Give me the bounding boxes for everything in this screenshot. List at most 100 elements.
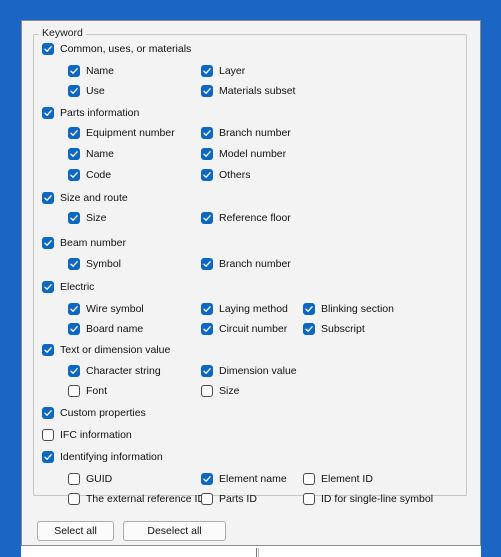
checkmark-icon	[44, 284, 52, 290]
checkbox-laying-method[interactable]: Laying method	[201, 301, 288, 317]
checkbox-checked-box[interactable]	[42, 344, 54, 356]
checkbox-checked-box[interactable]	[68, 85, 80, 97]
checkbox-electric[interactable]: Electric	[42, 279, 94, 295]
checkbox-blinking-section[interactable]: Blinking section	[303, 301, 394, 317]
checkbox-parts-information[interactable]: Parts information	[42, 105, 139, 121]
checkbox-checked-box[interactable]	[68, 303, 80, 315]
splitter-handle-shadow	[258, 548, 259, 557]
checkbox-circuit-number[interactable]: Circuit number	[201, 321, 287, 337]
checkbox-unchecked-box[interactable]	[68, 493, 80, 505]
checkbox-materials-subset[interactable]: Materials subset	[201, 83, 295, 99]
checkbox-others[interactable]: Others	[201, 167, 251, 183]
checkbox-layer[interactable]: Layer	[201, 63, 245, 79]
checkbox-custom-properties[interactable]: Custom properties	[42, 405, 146, 421]
checkmark-icon	[203, 215, 211, 221]
checkbox-checked-box[interactable]	[303, 323, 315, 335]
checkbox-branch-number[interactable]: Branch number	[201, 125, 291, 141]
checkbox-label: Branch number	[219, 258, 291, 270]
checkbox-checked-box[interactable]	[68, 65, 80, 77]
checkbox-checked-box[interactable]	[201, 323, 213, 335]
checkmark-icon	[44, 454, 52, 460]
checkbox-ifc-information[interactable]: IFC information	[42, 427, 132, 443]
checkbox-label: Dimension value	[219, 365, 297, 377]
checkbox-checked-box[interactable]	[201, 212, 213, 224]
checkbox-checked-box[interactable]	[201, 65, 213, 77]
select-all-button[interactable]: Select all	[37, 521, 114, 541]
checkmark-icon	[70, 215, 78, 221]
checkbox-label: Size and route	[60, 192, 128, 204]
checkbox-unchecked-box[interactable]	[201, 385, 213, 397]
checkbox-common-uses-materials[interactable]: Common, uses, or materials	[42, 41, 191, 57]
checkbox-name[interactable]: Name	[68, 63, 114, 79]
checkbox-unchecked-box[interactable]	[303, 473, 315, 485]
checkbox-size-and-route[interactable]: Size and route	[42, 190, 128, 206]
checkbox-reference-floor[interactable]: Reference floor	[201, 210, 291, 226]
checkmark-icon	[70, 151, 78, 157]
checkbox-unchecked-box[interactable]	[42, 429, 54, 441]
checkbox-element-id[interactable]: Element ID	[303, 471, 373, 487]
checkbox-checked-box[interactable]	[42, 237, 54, 249]
checkbox-size[interactable]: Size	[68, 210, 106, 226]
checkbox-character-string[interactable]: Character string	[68, 363, 161, 379]
checkmark-icon	[203, 68, 211, 74]
checkbox-checked-box[interactable]	[42, 107, 54, 119]
checkbox-checked-box[interactable]	[201, 365, 213, 377]
checkbox-checked-box[interactable]	[201, 148, 213, 160]
keyword-dialog-panel: Keyword Common, uses, or materials Name La…	[21, 20, 481, 546]
checkbox-checked-box[interactable]	[303, 303, 315, 315]
checkbox-label: GUID	[86, 473, 113, 485]
checkbox-label: Parts ID	[219, 493, 257, 505]
checkbox-checked-box[interactable]	[201, 85, 213, 97]
checkbox-unchecked-box[interactable]	[303, 493, 315, 505]
checkbox-text-size[interactable]: Size	[201, 383, 239, 399]
checkbox-beam-number[interactable]: Beam number	[42, 235, 126, 251]
checkbox-symbol[interactable]: Symbol	[68, 256, 121, 272]
checkbox-id-single-line-symbol[interactable]: ID for single-line symbol	[303, 491, 433, 507]
checkbox-external-reference-id[interactable]: The external reference ID	[68, 491, 205, 507]
checkbox-element-name[interactable]: Element name	[201, 471, 287, 487]
checkbox-checked-box[interactable]	[68, 148, 80, 160]
checkbox-checked-box[interactable]	[201, 258, 213, 270]
checkbox-checked-box[interactable]	[68, 169, 80, 181]
checkbox-checked-box[interactable]	[68, 323, 80, 335]
checkbox-checked-box[interactable]	[68, 258, 80, 270]
checkmark-icon	[44, 240, 52, 246]
checkbox-model-number[interactable]: Model number	[201, 146, 286, 162]
checkbox-unchecked-box[interactable]	[68, 473, 80, 485]
checkbox-identifying-information[interactable]: Identifying information	[42, 449, 163, 465]
checkbox-label: Board name	[86, 323, 144, 335]
checkbox-label: The external reference ID	[86, 493, 206, 505]
checkbox-checked-box[interactable]	[201, 473, 213, 485]
checkbox-parts-name[interactable]: Name	[68, 146, 114, 162]
checkbox-checked-box[interactable]	[42, 192, 54, 204]
checkbox-checked-box[interactable]	[42, 451, 54, 463]
checkbox-equipment-number[interactable]: Equipment number	[68, 125, 175, 141]
checkbox-guid[interactable]: GUID	[68, 471, 112, 487]
checkbox-checked-box[interactable]	[201, 127, 213, 139]
checkbox-checked-box[interactable]	[42, 407, 54, 419]
checkbox-label: Use	[86, 85, 105, 97]
checkbox-label: Name	[86, 65, 115, 77]
checkbox-board-name[interactable]: Board name	[68, 321, 143, 337]
checkbox-dimension-value[interactable]: Dimension value	[201, 363, 297, 379]
checkbox-unchecked-box[interactable]	[201, 493, 213, 505]
checkbox-checked-box[interactable]	[68, 365, 80, 377]
checkbox-beam-branch-number[interactable]: Branch number	[201, 256, 291, 272]
checkbox-font[interactable]: Font	[68, 383, 107, 399]
checkbox-checked-box[interactable]	[201, 169, 213, 181]
checkbox-text-or-dimension-value[interactable]: Text or dimension value	[42, 342, 170, 358]
checkbox-checked-box[interactable]	[201, 303, 213, 315]
checkbox-checked-box[interactable]	[42, 281, 54, 293]
checkmark-icon	[203, 306, 211, 312]
checkmark-icon	[70, 172, 78, 178]
deselect-all-button[interactable]: Deselect all	[123, 521, 226, 541]
checkbox-subscript[interactable]: Subscript	[303, 321, 365, 337]
checkbox-checked-box[interactable]	[68, 127, 80, 139]
checkbox-use[interactable]: Use	[68, 83, 105, 99]
checkbox-checked-box[interactable]	[68, 212, 80, 224]
checkbox-checked-box[interactable]	[42, 43, 54, 55]
checkbox-code[interactable]: Code	[68, 167, 111, 183]
checkbox-parts-id[interactable]: Parts ID	[201, 491, 257, 507]
checkbox-unchecked-box[interactable]	[68, 385, 80, 397]
checkbox-wire-symbol[interactable]: Wire symbol	[68, 301, 144, 317]
